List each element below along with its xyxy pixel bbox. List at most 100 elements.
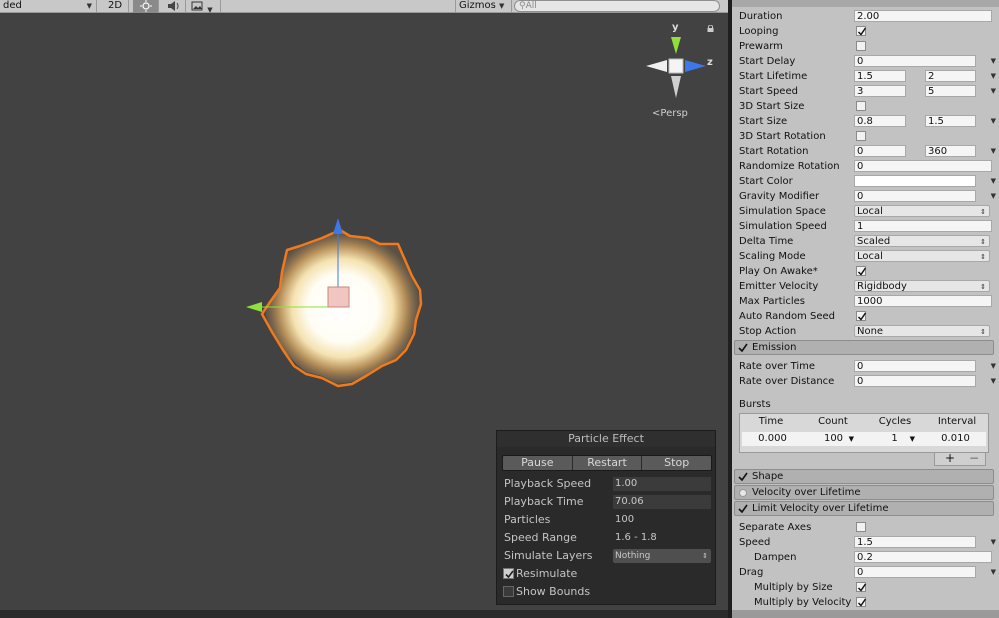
section-velocity-over-lifetime[interactable]: Velocity over Lifetime	[734, 485, 994, 500]
value-field[interactable]: 0	[854, 566, 976, 578]
value-field-max[interactable]: 5	[925, 85, 976, 97]
burst-time-field[interactable]: 0.000	[742, 432, 803, 446]
value-field[interactable]: 0	[854, 145, 906, 157]
value-field[interactable]: 1.5	[854, 536, 976, 548]
inspector-row: Drag 0 ▼	[732, 565, 999, 580]
checkbox-empty-icon[interactable]	[856, 131, 866, 141]
dropdown[interactable]: Local ⇕	[854, 205, 990, 217]
scene-view[interactable]: y z <Persp Particle Effect Pause Restart…	[0, 14, 728, 610]
stop-button[interactable]: Stop	[642, 456, 711, 470]
curve-mode-icon[interactable]: ▼	[991, 54, 996, 69]
value-field[interactable]: 0	[854, 190, 976, 202]
speed-range-row: Speed Range	[504, 530, 577, 546]
remove-burst-button[interactable]: −	[969, 452, 979, 464]
checkbox-checked-icon[interactable]	[856, 311, 867, 321]
shading-mode-label: ded	[3, 0, 22, 11]
inspector-row: Prewarm	[732, 39, 999, 54]
section-shape[interactable]: Shape	[734, 469, 994, 484]
bursts-header-count: Count	[818, 416, 848, 427]
plane-handle-icon[interactable]	[327, 286, 350, 308]
shading-mode-dropdown[interactable]: ded ▼	[0, 0, 97, 13]
value-field-max[interactable]: 2	[925, 70, 976, 82]
checkbox-empty-icon[interactable]	[856, 41, 866, 51]
playback-speed-field[interactable]: 1.00	[613, 477, 711, 491]
value-field-max[interactable]: 360	[925, 145, 976, 157]
inspector-row-label: Speed	[739, 537, 771, 548]
section-emission[interactable]: Emission	[734, 340, 994, 355]
value-field[interactable]: 1	[854, 220, 992, 232]
value-field[interactable]: 1000	[854, 295, 992, 307]
mode-2d-toggle[interactable]: 2D	[102, 0, 129, 13]
effects-dropdown[interactable]: ▼	[187, 0, 221, 13]
pause-button[interactable]: Pause	[503, 456, 573, 470]
value-field[interactable]: 0.2	[854, 551, 992, 563]
orientation-gizmo[interactable]	[646, 37, 706, 98]
dropdown[interactable]: Rigidbody ⇕	[854, 280, 990, 292]
curve-mode-icon[interactable]: ▼	[991, 84, 996, 99]
restart-button[interactable]: Restart	[572, 456, 643, 470]
checkbox-empty-icon[interactable]	[856, 101, 866, 111]
curve-mode-icon[interactable]: ▼	[991, 374, 996, 389]
value-field[interactable]: 2.00	[854, 10, 992, 22]
value-field[interactable]: 0	[854, 55, 976, 67]
inspector-row-label: Start Speed	[739, 86, 798, 97]
value-field[interactable]: 3	[854, 85, 906, 97]
burst-cycles-field[interactable]: 1 ▼	[864, 432, 925, 446]
inspector-row-label: Looping	[739, 26, 779, 37]
inspector-row: Dampen 0.2	[732, 550, 999, 565]
z-axis-handle-icon[interactable]	[333, 218, 343, 234]
value-field[interactable]: 0	[854, 360, 976, 372]
lock-icon[interactable]	[707, 25, 714, 32]
persp-label-text: Persp	[660, 108, 688, 119]
inspector-row-label: Rate over Distance	[739, 376, 835, 387]
inspector-row-label: Start Rotation	[739, 146, 809, 157]
inspector-row: Separate Axes	[732, 520, 999, 535]
y-axis-handle-icon[interactable]	[246, 302, 262, 312]
value-field[interactable]: 1.5	[854, 70, 906, 82]
bursts-label-row: Bursts	[732, 397, 999, 412]
section-limit-velocity[interactable]: Limit Velocity over Lifetime	[734, 501, 994, 516]
dropdown[interactable]: Local ⇕	[854, 250, 990, 262]
checkbox-checked-icon[interactable]	[856, 582, 867, 592]
curve-mode-icon[interactable]: ▼	[991, 144, 996, 159]
value-field[interactable]: 0.8	[854, 115, 906, 127]
show-bounds-toggle[interactable]: Show Bounds	[503, 584, 590, 600]
checkbox-checked-icon[interactable]	[856, 266, 867, 276]
dropdown[interactable]: None ⇕	[854, 325, 990, 337]
burst-count-field[interactable]: 100 ▼	[803, 432, 864, 446]
burst-interval-field[interactable]: 0.010	[925, 432, 986, 446]
color-swatch[interactable]	[854, 175, 976, 187]
inspector-row: Scaling Mode Local ⇕	[732, 249, 999, 264]
bursts-row[interactable]: 0.000 100 ▼ 1 ▼ 0.010	[742, 432, 986, 446]
value-field-max[interactable]: 1.5	[925, 115, 976, 127]
checkbox-checked-icon[interactable]	[856, 597, 867, 607]
audio-toggle[interactable]	[160, 0, 186, 13]
burst-cycles-value: 1	[891, 433, 898, 444]
playback-time-field[interactable]: 70.06	[613, 495, 711, 509]
checkbox-checked-icon[interactable]	[856, 26, 867, 36]
chevron-down-icon: ▼	[207, 6, 213, 13]
dropdown[interactable]: Scaled ⇕	[854, 235, 990, 247]
curve-mode-icon[interactable]: ▼	[991, 114, 996, 129]
value-field[interactable]: 0	[854, 375, 976, 387]
curve-mode-icon[interactable]: ▼	[991, 359, 996, 374]
inspector-row-label: Start Size	[739, 116, 788, 127]
lighting-toggle[interactable]	[133, 0, 159, 13]
persp-toggle[interactable]: <Persp	[652, 108, 688, 119]
resimulate-toggle[interactable]: Resimulate	[503, 566, 577, 582]
gizmos-dropdown[interactable]: Gizmos ▼	[455, 0, 512, 13]
curve-mode-icon[interactable]: ▼	[991, 189, 996, 204]
checkbox-empty-icon[interactable]	[856, 522, 866, 532]
curve-mode-icon[interactable]: ▼	[991, 565, 996, 580]
curve-mode-icon[interactable]: ▼	[991, 174, 996, 189]
gizmos-label: Gizmos	[459, 0, 496, 11]
particle-effect-panel: Particle Effect Pause Restart Stop Playb…	[496, 430, 716, 605]
curve-mode-icon[interactable]: ▼	[991, 535, 996, 550]
inspector-top-header	[732, 0, 999, 7]
value-field[interactable]: 0	[854, 160, 992, 172]
dropdown-value: Rigidbody	[857, 281, 907, 292]
simulate-layers-dropdown[interactable]: Nothing ⇕	[613, 549, 711, 563]
search-input[interactable]: ⚲All	[514, 0, 720, 12]
add-burst-button[interactable]: +	[945, 452, 955, 464]
curve-mode-icon[interactable]: ▼	[991, 69, 996, 84]
